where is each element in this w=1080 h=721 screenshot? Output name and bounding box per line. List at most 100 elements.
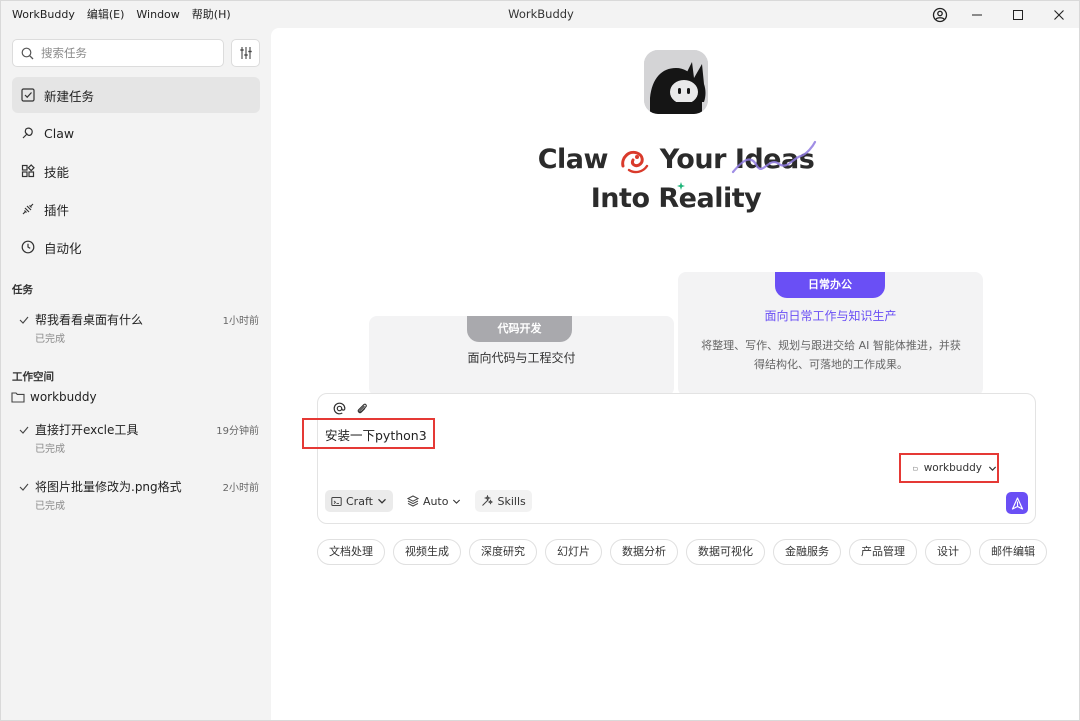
folder-icon	[913, 466, 918, 470]
layers-icon	[406, 495, 419, 507]
minimize-icon	[972, 14, 982, 15]
plugin-icon	[20, 201, 36, 217]
input-highlight-box	[302, 418, 435, 449]
check-icon	[19, 482, 31, 492]
hero-word-into-reality: Into Reality	[590, 183, 762, 214]
task-status: 已完成	[35, 444, 65, 455]
account-icon	[932, 7, 948, 22]
maximize-icon	[1013, 9, 1023, 20]
attach-icon[interactable]	[354, 401, 368, 415]
hero-line-2: Into Reality	[271, 183, 1079, 223]
chip-slides[interactable]: 幻灯片	[545, 539, 602, 565]
hero-word-claw: Claw	[537, 144, 609, 175]
task-time: 19分钟前	[216, 426, 259, 437]
composer-options: Craft Auto Skills	[325, 490, 532, 512]
filter-button[interactable]	[231, 39, 260, 67]
sidebar-item-plugins[interactable]: 插件	[12, 191, 260, 227]
workspace-select[interactable]: workbuddy	[899, 453, 999, 483]
workspace-name: workbuddy	[30, 390, 97, 404]
sidebar-item-label: 插件	[44, 202, 70, 218]
maximize-button[interactable]	[998, 1, 1038, 28]
task-name: 将图片批量修改为.png格式	[35, 480, 182, 494]
wand-icon	[481, 495, 494, 507]
chevron-down-icon	[377, 496, 387, 506]
chip-finance[interactable]: 金融服务	[773, 539, 841, 565]
task-name: 直接打开excle工具	[35, 423, 139, 437]
skills-button[interactable]: Skills	[475, 490, 532, 512]
minimize-button[interactable]	[957, 1, 997, 28]
sidebar-item-label: Claw	[44, 125, 75, 141]
menu-app[interactable]: WorkBuddy	[1, 1, 81, 28]
send-button[interactable]	[1006, 492, 1028, 514]
clock-icon	[20, 239, 36, 255]
task-name: 帮我看看桌面有什么	[35, 313, 144, 327]
search-icon	[21, 47, 34, 59]
sidebar-item-label: 自动化	[44, 240, 82, 256]
chevron-down-icon	[988, 464, 997, 473]
sidebar-item-claw[interactable]: Claw	[12, 115, 260, 151]
claw-logo-icon	[617, 146, 651, 176]
search-input[interactable]	[41, 46, 201, 60]
menu-bar: WorkBuddy 编辑(E) Window 帮助(H)	[1, 1, 237, 28]
chip-email-editing[interactable]: 邮件编辑	[979, 539, 1047, 565]
tasks-section-title: 任务	[12, 284, 33, 296]
chip-data-analysis[interactable]: 数据分析	[610, 539, 678, 565]
card-subtitle: 面向日常工作与知识生产	[764, 309, 897, 323]
send-icon	[1011, 496, 1023, 510]
chip-data-visualization[interactable]: 数据可视化	[686, 539, 765, 565]
skills-label: Skills	[497, 494, 526, 508]
chip-product-management[interactable]: 产品管理	[849, 539, 917, 565]
sidebar-item-skills[interactable]: 技能	[12, 153, 260, 189]
menu-edit[interactable]: 编辑(E)	[81, 1, 131, 28]
skills-icon	[20, 163, 36, 179]
card-subtitle: 面向代码与工程交付	[467, 351, 576, 365]
app-logo	[644, 50, 708, 114]
workspace-folder[interactable]: workbuddy	[11, 390, 97, 404]
account-button[interactable]	[920, 1, 960, 28]
mode-label: Craft	[346, 494, 373, 508]
task-status: 已完成	[35, 501, 65, 512]
card-code[interactable]: 代码开发 面向代码与工程交付	[369, 316, 674, 396]
title-bar: WorkBuddy 编辑(E) Window 帮助(H) WorkBuddy	[1, 1, 1079, 28]
model-select[interactable]: Auto	[401, 490, 468, 512]
sidebar: 新建任务 Claw 技能 插件 自动化 任务 帮我看看桌面有	[1, 28, 271, 720]
chip-deep-research[interactable]: 深度研究	[469, 539, 537, 565]
quick-chips: 文档处理 视频生成 深度研究 幻灯片 数据分析 数据可视化 金融服务 产品管理 …	[317, 539, 1047, 565]
hero-ideas: Ideas	[731, 140, 816, 175]
sidebar-item-label: 技能	[44, 164, 70, 180]
task-item[interactable]: 直接打开excle工具 19分钟前 已完成	[19, 421, 259, 455]
menu-window[interactable]: Window	[130, 1, 185, 28]
menu-help[interactable]: 帮助(H)	[186, 1, 237, 28]
mention-icon[interactable]	[332, 401, 346, 415]
check-icon	[19, 315, 31, 325]
mode-select[interactable]: Craft	[325, 490, 393, 512]
search-box[interactable]	[12, 39, 224, 67]
card-office[interactable]: 日常办公 面向日常工作与知识生产 将整理、写作、规划与跟进交给 AI 智能体推进…	[678, 272, 983, 396]
task-item[interactable]: 帮我看看桌面有什么 1小时前 已完成	[19, 311, 259, 345]
card-description: 将整理、写作、规划与跟进交给 AI 智能体推进，并获得结构化、可落地的工作成果。	[701, 339, 961, 371]
sidebar-item-new-task[interactable]: 新建任务	[12, 77, 260, 113]
chevron-down-icon	[452, 497, 461, 506]
chip-design[interactable]: 设计	[925, 539, 971, 565]
sidebar-item-automation[interactable]: 自动化	[12, 229, 260, 265]
workspace-select-label: workbuddy	[923, 462, 982, 474]
new-task-icon	[20, 87, 36, 103]
task-time: 1小时前	[222, 316, 259, 327]
task-time: 2小时前	[222, 483, 259, 494]
scribble-icon	[731, 140, 816, 174]
model-label: Auto	[422, 494, 449, 508]
claw-icon	[20, 125, 36, 141]
task-status: 已完成	[35, 334, 65, 345]
task-item[interactable]: 将图片批量修改为.png格式 2小时前 已完成	[19, 478, 259, 512]
close-button[interactable]	[1039, 1, 1079, 28]
main-panel: Claw Your Ideas Into Reality 日常办公 面向日常工作…	[271, 28, 1079, 720]
hero-line-1: Claw Your Ideas	[271, 140, 1079, 184]
sliders-icon	[239, 47, 252, 59]
hero-word-your: Your	[659, 144, 727, 175]
chip-doc-processing[interactable]: 文档处理	[317, 539, 385, 565]
chip-video-generation[interactable]: 视频生成	[393, 539, 461, 565]
composer-tools	[332, 401, 368, 415]
check-icon	[19, 425, 31, 435]
card-tag: 日常办公	[775, 272, 885, 298]
sidebar-item-label: 新建任务	[44, 88, 95, 104]
